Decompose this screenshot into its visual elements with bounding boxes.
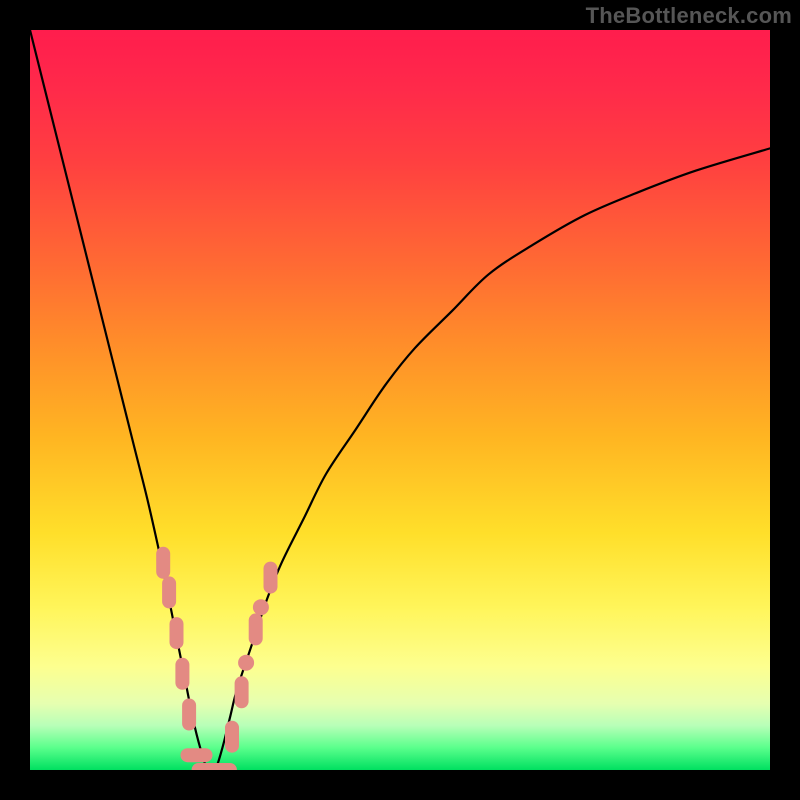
curve-layer xyxy=(30,30,770,770)
watermark-text: TheBottleneck.com xyxy=(586,3,792,29)
curve-marker xyxy=(170,617,184,649)
plot-area xyxy=(30,30,770,770)
curve-marker xyxy=(235,676,249,708)
curve-marker xyxy=(264,562,278,594)
curve-marker xyxy=(253,599,269,615)
curve-marker xyxy=(156,547,170,579)
curve-marker xyxy=(225,721,239,753)
curve-marker xyxy=(181,748,213,762)
chart-frame: TheBottleneck.com xyxy=(0,0,800,800)
curve-marker xyxy=(205,763,237,770)
curve-marker xyxy=(182,699,196,731)
curve-marker xyxy=(162,576,176,608)
curve-markers xyxy=(156,547,277,770)
curve-marker xyxy=(238,655,254,671)
bottleneck-curve xyxy=(30,30,770,770)
curve-marker xyxy=(249,613,263,645)
curve-marker xyxy=(175,658,189,690)
